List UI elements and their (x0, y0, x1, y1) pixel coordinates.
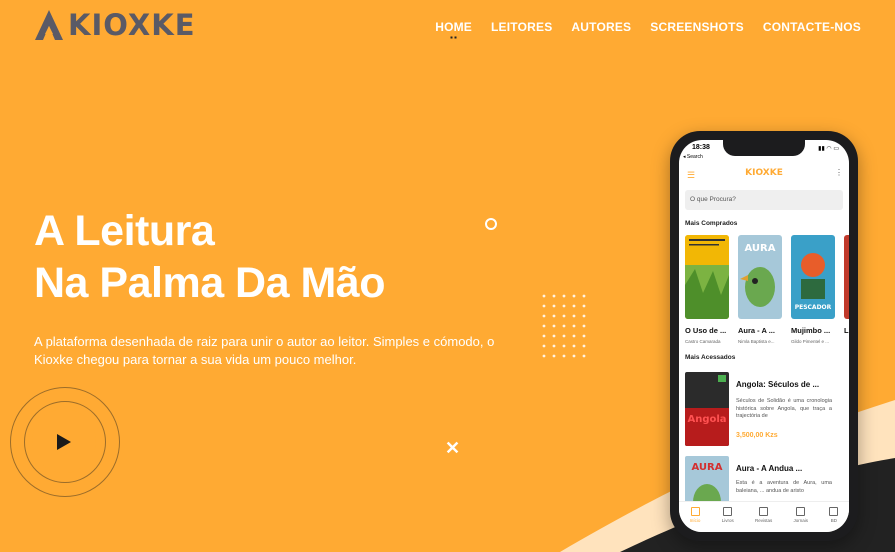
phone-screen: 18:38 ◂ Search ▮▮ ◠ ▭ ☰ KIOXKE ⋮ O que P… (679, 140, 849, 532)
app-tab-bar: Início Livros Revistas Jornais BD (679, 501, 849, 532)
book-cover[interactable] (685, 235, 729, 319)
svg-text:Angola: Angola (687, 414, 726, 425)
tab-revistas[interactable]: Revistas (755, 502, 772, 532)
section-mais-comprados: Mais Comprados (685, 220, 738, 227)
tab-jornais[interactable]: Jornais (793, 502, 809, 532)
nav-leitores[interactable]: LEITORES (491, 20, 552, 34)
book-author: Nimla Baptista e... (738, 339, 775, 344)
tab-label: Início (689, 518, 701, 523)
book-title[interactable]: Angola: Séculos de ... (736, 380, 819, 389)
more-options-icon[interactable]: ⋮ (835, 168, 843, 177)
tab-label: Jornais (793, 518, 809, 523)
book-title: Aura - A ... (738, 326, 775, 335)
decorative-cross-icon: ✕ (445, 438, 461, 458)
nav-autores[interactable]: AUTORES (571, 20, 631, 34)
book-title: Lu (844, 326, 849, 335)
logo[interactable]: KIOXKE (34, 8, 196, 42)
app-search-input[interactable]: O que Procura? (685, 190, 843, 210)
book-title[interactable]: Aura - A Andua ... (736, 464, 802, 473)
svg-text:AURA: AURA (745, 243, 776, 254)
book-title: Mujimbo ... (791, 326, 831, 335)
hero-title-line-2: Na Palma Da Mão (34, 259, 385, 307)
tab-label: Livros (721, 518, 734, 523)
phone-mockup: 18:38 ◂ Search ▮▮ ◠ ▭ ☰ KIOXKE ⋮ O que P… (670, 131, 858, 541)
book-description: Esta é a aventura de Aura, uma baleiana,… (736, 480, 832, 494)
book-cover[interactable] (844, 235, 849, 319)
play-video-button[interactable] (32, 409, 96, 473)
book-description: Séculos de Solidão é uma cronologia hist… (736, 398, 832, 419)
tab-inicio[interactable]: Início (689, 502, 701, 532)
app-logo: KIOXKE (745, 168, 783, 178)
section-mais-acessados: Mais Acessados (685, 354, 736, 361)
logo-mark-icon (35, 10, 63, 40)
book-cover[interactable]: PESCADOR (791, 235, 835, 319)
book-author: Gildo Pimentel e ... (791, 339, 830, 344)
hero-title: A Leitura Na Palma Da Mão (34, 205, 385, 309)
comic-icon (829, 507, 839, 516)
book-author: Castro Camarada (685, 339, 721, 344)
hero-title-line-1: A Leitura (34, 207, 215, 255)
magazine-icon (759, 507, 769, 516)
tab-livros[interactable]: Livros (722, 502, 734, 532)
decorative-dot-grid (542, 294, 586, 358)
home-icon (690, 507, 700, 516)
tab-label: Revistas (754, 518, 773, 523)
newspaper-icon (796, 507, 806, 516)
book-cover[interactable]: Angola (685, 372, 729, 446)
status-icons: ▮▮ ◠ ▭ (818, 146, 839, 152)
book-title: O Uso de ... (685, 326, 727, 335)
book-icon (723, 507, 733, 516)
svg-text:AURA: AURA (692, 462, 723, 473)
status-back-link[interactable]: ◂ Search (683, 154, 703, 160)
tab-bd[interactable]: BD (829, 502, 839, 532)
tab-label: BD (830, 518, 837, 523)
nav-contacte-nos[interactable]: CONTACTE-NOS (763, 20, 861, 34)
phone-notch (723, 140, 805, 156)
nav-home[interactable]: HOME (435, 20, 472, 34)
book-price: 3,500,00 Kzs (736, 432, 778, 439)
nav-screenshots[interactable]: SCREENSHOTS (650, 20, 744, 34)
book-cover[interactable]: AURA (738, 235, 782, 319)
hero-description: A plataforma desenhada de raiz para unir… (34, 334, 495, 367)
play-icon (57, 434, 71, 450)
status-time: 18:38 (692, 144, 710, 151)
main-nav: HOME LEITORES AUTORES SCREENSHOTS CONTAC… (435, 20, 861, 34)
decorative-ring (485, 218, 497, 230)
logo-text: KIOXKE (68, 8, 196, 42)
svg-text:PESCADOR: PESCADOR (795, 304, 832, 311)
